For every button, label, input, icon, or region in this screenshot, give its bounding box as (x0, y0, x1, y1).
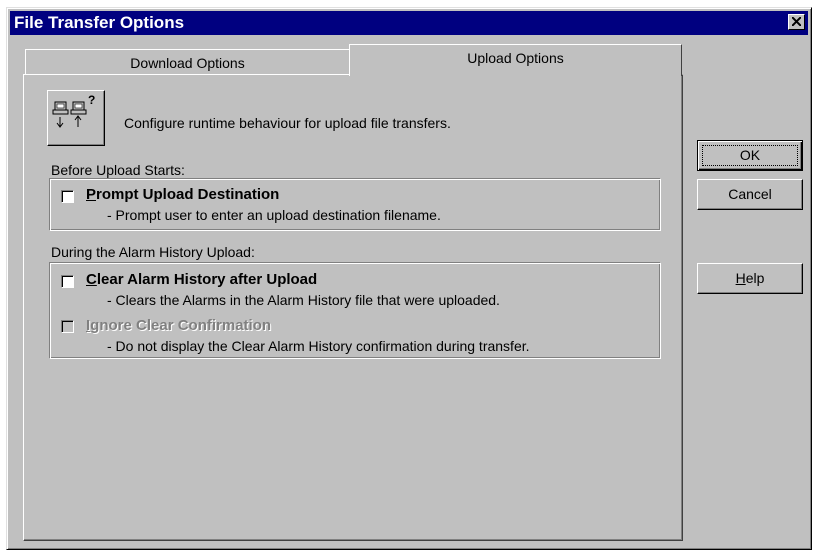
title-bar[interactable]: File Transfer Options (10, 11, 808, 35)
close-icon (792, 17, 801, 26)
svg-text:?: ? (88, 94, 95, 107)
ignore-clear-confirmation-checkbox[interactable] (61, 320, 74, 333)
label-rest: lear Alarm History after Upload (96, 271, 318, 288)
clear-alarm-history-label[interactable]: Clear Alarm History after Upload (86, 271, 317, 288)
ignore-clear-confirmation-description: - Do not display the Clear Alarm History… (107, 338, 530, 354)
prompt-upload-destination-description: - Prompt user to enter an upload destina… (107, 207, 441, 223)
mnemonic-p: P (86, 186, 97, 203)
section-label-before-upload: Before Upload Starts: (51, 162, 185, 178)
close-button[interactable] (788, 14, 805, 30)
tab-upload-options-label: Upload Options (467, 50, 564, 66)
tab-upload-options[interactable]: Upload Options (349, 44, 682, 76)
tab-download-options-label: Download Options (130, 55, 245, 71)
cancel-button-label: Cancel (728, 186, 772, 202)
ok-button[interactable]: OK (697, 140, 803, 171)
clear-alarm-history-description: - Clears the Alarms in the Alarm History… (107, 292, 500, 308)
panel-description: Configure runtime behaviour for upload f… (124, 115, 451, 131)
cancel-button[interactable]: Cancel (697, 179, 803, 210)
window-title: File Transfer Options (14, 13, 185, 32)
prompt-upload-destination-label[interactable]: Prompt Upload Destination (86, 186, 279, 203)
prompt-upload-destination-checkbox[interactable] (61, 190, 74, 203)
help-button-label: elp (745, 270, 765, 286)
ignore-clear-confirmation-label[interactable]: Ignore Clear Confirmation (86, 317, 271, 334)
help-mnemonic: H (735, 270, 746, 286)
mnemonic-c: C (86, 271, 97, 288)
focus-rectangle (702, 145, 798, 166)
clear-alarm-history-checkbox[interactable] (61, 275, 74, 288)
tab-download-options[interactable]: Download Options (25, 49, 350, 74)
label-rest: rompt Upload Destination (96, 186, 280, 203)
upload-transfer-icon: ? (47, 90, 105, 146)
label-rest: gnore Clear Confirmation (90, 317, 272, 334)
section-label-during-upload: During the Alarm History Upload: (51, 244, 255, 260)
help-button[interactable]: Help (697, 263, 803, 294)
